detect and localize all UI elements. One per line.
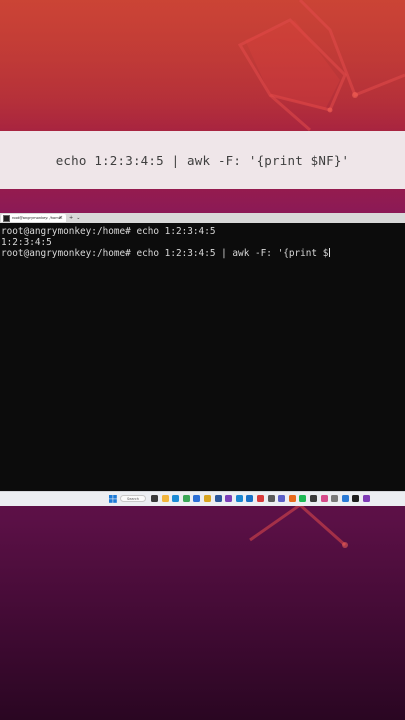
terminal-window[interactable]: root@angrymonkey:/home# echo 1:2:3:4:5 1… bbox=[0, 223, 405, 491]
taskbar-search-box[interactable]: Search bbox=[120, 495, 146, 502]
app-purple-icon[interactable] bbox=[363, 495, 370, 502]
caption-command-text: echo 1:2:3:4:5 | awk -F: '{print $NF}' bbox=[55, 152, 350, 168]
store-icon[interactable] bbox=[193, 495, 201, 502]
spotify-icon[interactable] bbox=[299, 495, 307, 502]
task-view-icon[interactable] bbox=[151, 495, 158, 502]
terminal-tab-icon bbox=[3, 214, 10, 222]
app-pink-icon[interactable] bbox=[320, 495, 328, 502]
terminal-tab[interactable]: root@angrymonkey: /home × bbox=[1, 214, 66, 222]
firefox-icon[interactable] bbox=[288, 495, 296, 502]
terminal-current-line: root@angrymonkey:/home# echo 1:2:3:4:5 |… bbox=[1, 248, 331, 259]
terminal-tab-title: root@angrymonkey: /home bbox=[12, 216, 61, 220]
windows-start-icon[interactable] bbox=[109, 495, 117, 503]
app-gray-icon[interactable] bbox=[331, 495, 339, 502]
app-dark-icon[interactable] bbox=[310, 495, 317, 502]
file-explorer-icon[interactable] bbox=[161, 495, 169, 502]
terminal-prompt-input: root@angrymonkey:/home# echo 1:2:3:4:5 |… bbox=[1, 248, 329, 259]
app-red-icon[interactable] bbox=[257, 495, 264, 502]
photos-icon[interactable] bbox=[204, 495, 211, 502]
chrome-icon[interactable] bbox=[182, 495, 190, 502]
visual-studio-icon[interactable] bbox=[225, 495, 233, 502]
word-icon[interactable] bbox=[214, 495, 222, 502]
terminal-icon[interactable] bbox=[352, 495, 360, 502]
app-blue-icon[interactable] bbox=[341, 495, 349, 502]
caption-banner: echo 1:2:3:4:5 | awk -F: '{print $NF}' bbox=[0, 131, 405, 189]
mail-icon[interactable] bbox=[246, 495, 254, 502]
terminal-line: root@angrymonkey:/home# echo 1:2:3:4:5 bbox=[1, 226, 216, 237]
teams-icon[interactable] bbox=[278, 495, 286, 502]
vscode-icon[interactable] bbox=[235, 495, 243, 502]
tab-dropdown-icon[interactable]: ⌄ bbox=[76, 213, 80, 223]
taskbar: Search bbox=[0, 491, 405, 506]
edge-icon[interactable] bbox=[172, 495, 180, 502]
terminal-titlebar: root@angrymonkey: /home × + ⌄ bbox=[0, 213, 405, 223]
new-tab-button[interactable]: + bbox=[69, 213, 73, 223]
settings-icon[interactable] bbox=[267, 495, 275, 502]
tab-close-icon[interactable]: × bbox=[59, 214, 63, 222]
terminal-line: 1:2:3:4:5 bbox=[1, 237, 52, 248]
text-cursor bbox=[329, 248, 331, 257]
